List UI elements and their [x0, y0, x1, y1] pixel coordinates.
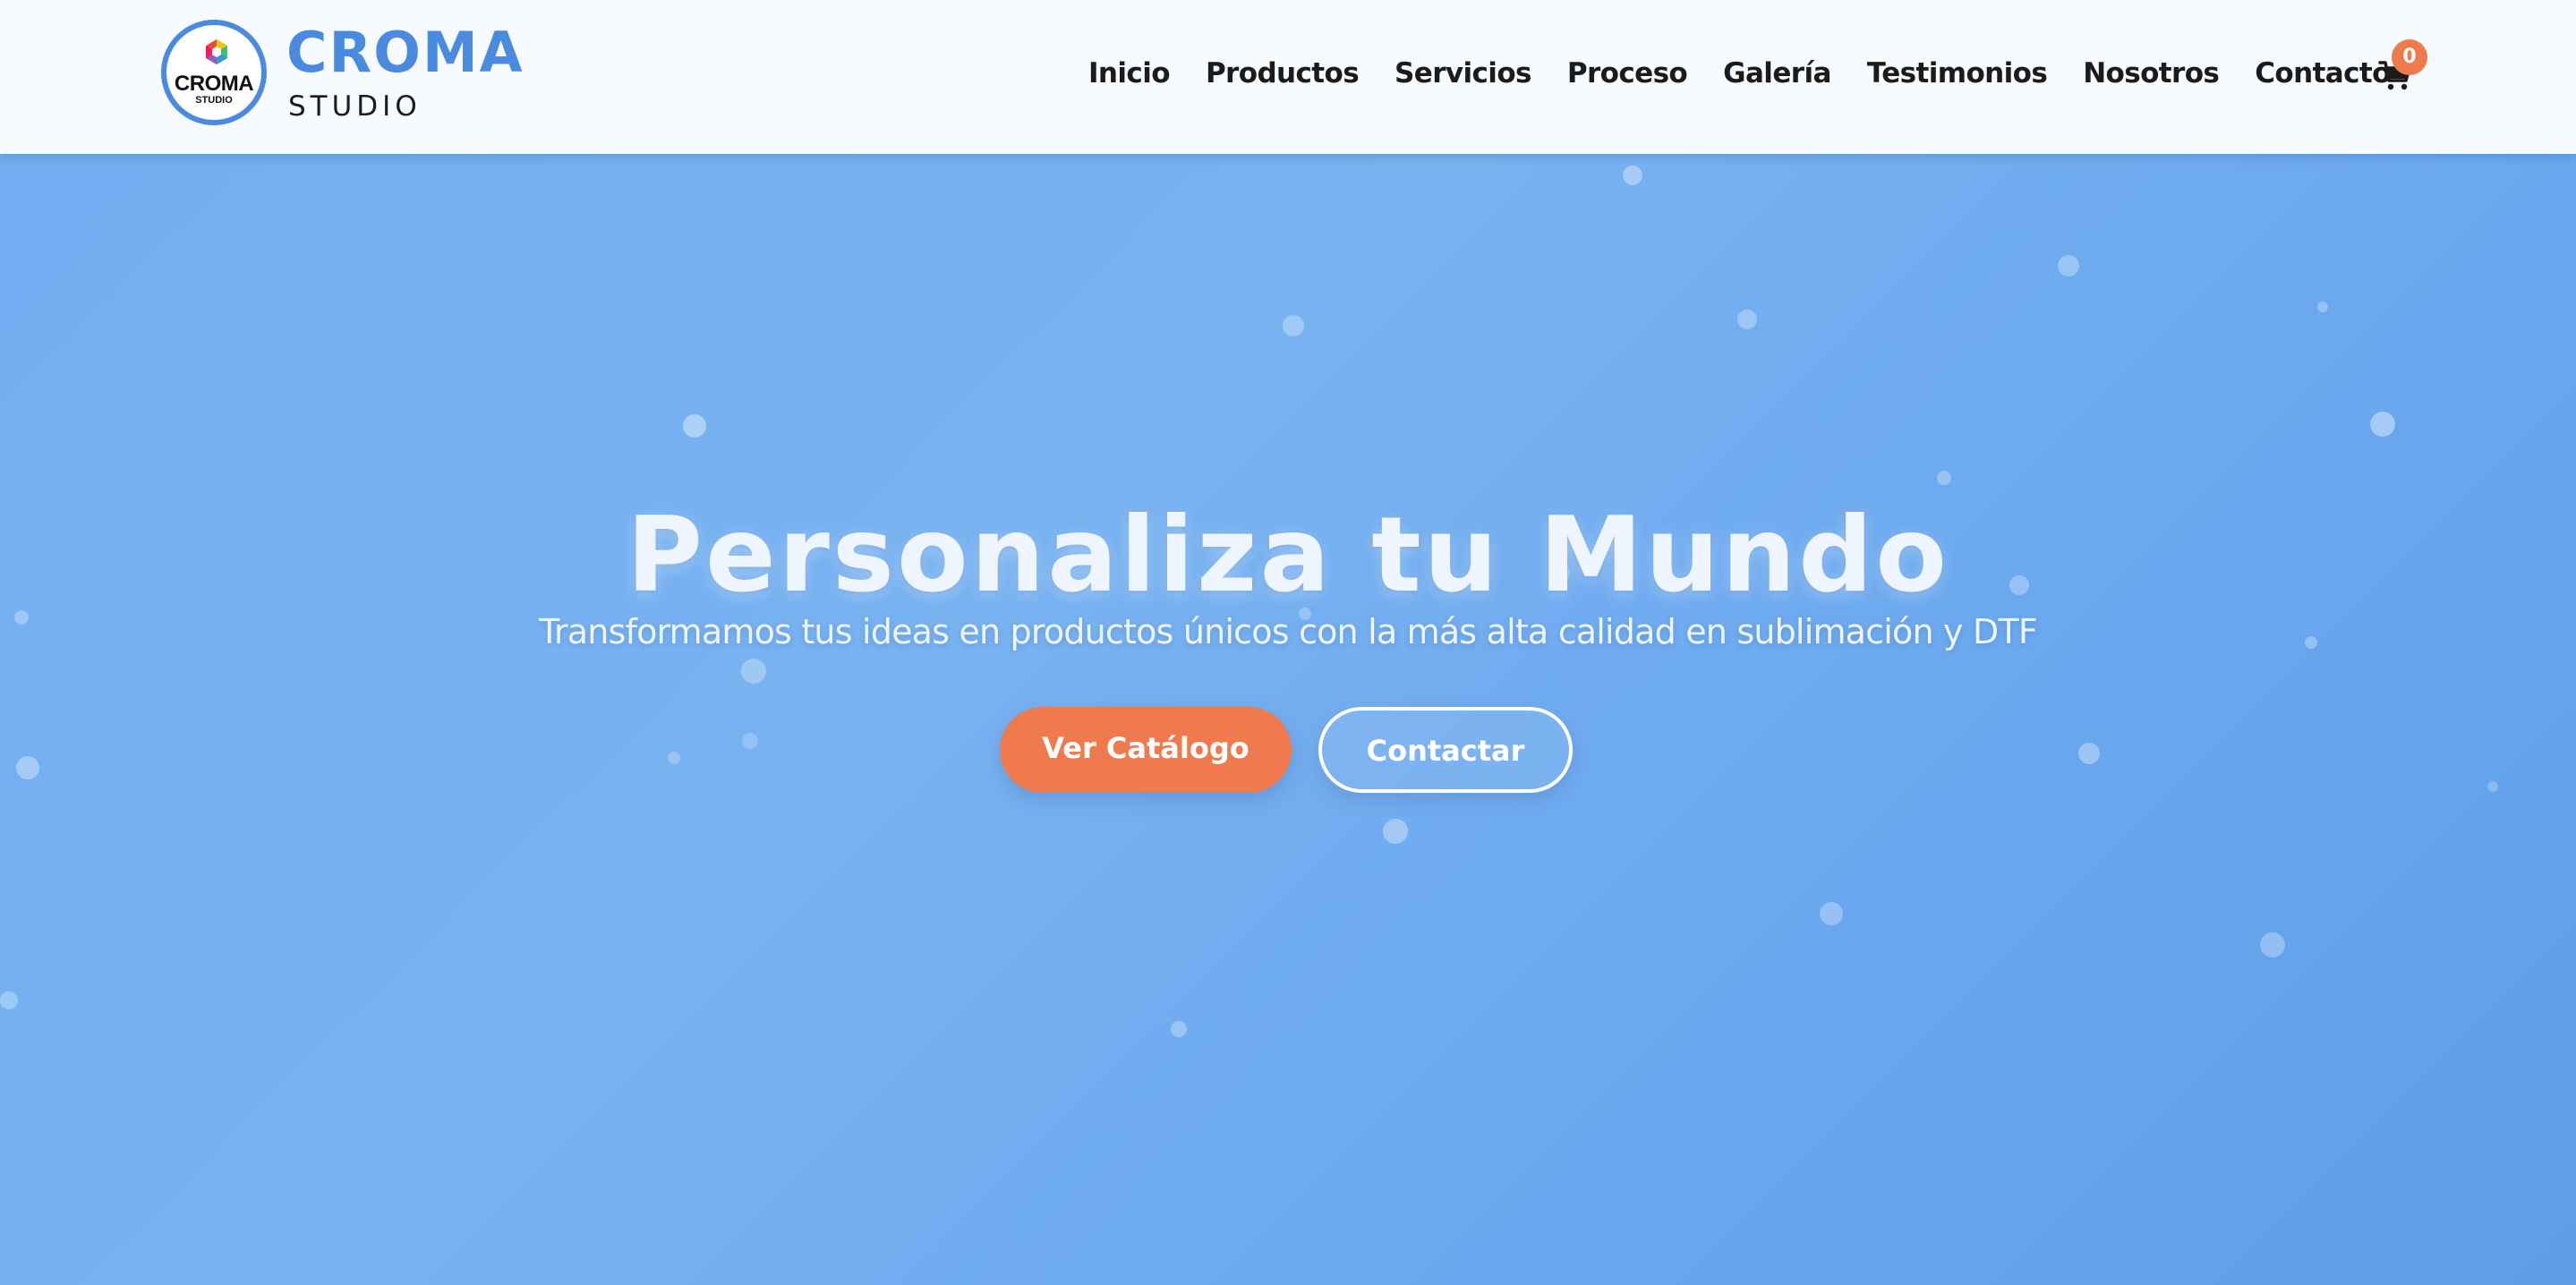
- nav-item-contacto[interactable]: Contacto: [2255, 57, 2391, 89]
- hero-title: Personaliza tu Mundo: [627, 495, 1949, 616]
- brand-name[interactable]: CROMA: [286, 25, 525, 81]
- color-hexagon-icon: [206, 39, 227, 64]
- nav-item-servicios[interactable]: Servicios: [1395, 57, 1531, 89]
- nav-item-nosotros[interactable]: Nosotros: [2083, 57, 2220, 89]
- hero-section: Personaliza tu Mundo Transformamos tus i…: [0, 154, 2576, 1285]
- site-header: CROMA STUDIO CROMA STUDIO Inicio Product…: [0, 0, 2576, 154]
- nav-item-testimonios[interactable]: Testimonios: [1867, 57, 2048, 89]
- logo-text: CROMA: [174, 72, 254, 96]
- view-catalog-button[interactable]: Ver Catálogo: [1000, 707, 1292, 793]
- nav-item-galeria[interactable]: Galería: [1723, 57, 1831, 89]
- nav-item-proceso[interactable]: Proceso: [1567, 57, 1688, 89]
- main-nav: Inicio Productos Servicios Proceso Galer…: [1088, 57, 2427, 89]
- brand-subtitle: STUDIO: [288, 90, 422, 123]
- cart-count-badge: 0: [2392, 39, 2427, 75]
- logo-subtext: STUDIO: [195, 95, 233, 106]
- background-bubbles: [0, 166, 2498, 1037]
- nav-item-inicio[interactable]: Inicio: [1088, 57, 1171, 89]
- logo[interactable]: CROMA STUDIO: [161, 20, 267, 125]
- nav-item-productos[interactable]: Productos: [1206, 57, 1360, 89]
- contact-button[interactable]: Contactar: [1318, 707, 1573, 793]
- hero-subtitle: Transformamos tus ideas en productos úni…: [539, 612, 2038, 651]
